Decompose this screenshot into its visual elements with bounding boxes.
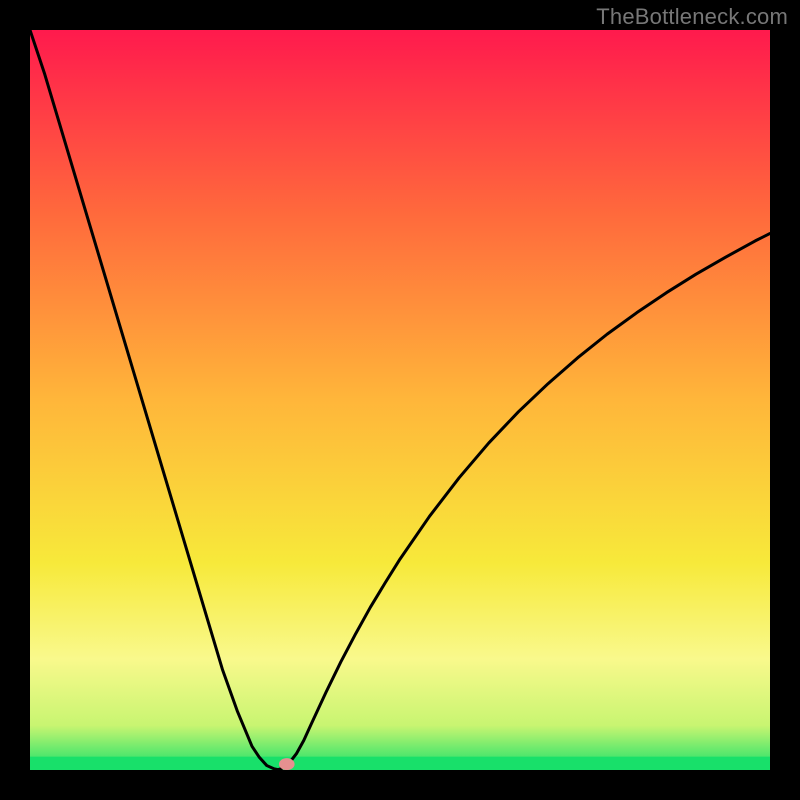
chart-bottom-band [30,757,770,770]
watermark-label: TheBottleneck.com [596,4,788,30]
minimum-marker [279,758,295,770]
chart-frame: TheBottleneck.com [0,0,800,800]
bottleneck-chart [30,30,770,770]
